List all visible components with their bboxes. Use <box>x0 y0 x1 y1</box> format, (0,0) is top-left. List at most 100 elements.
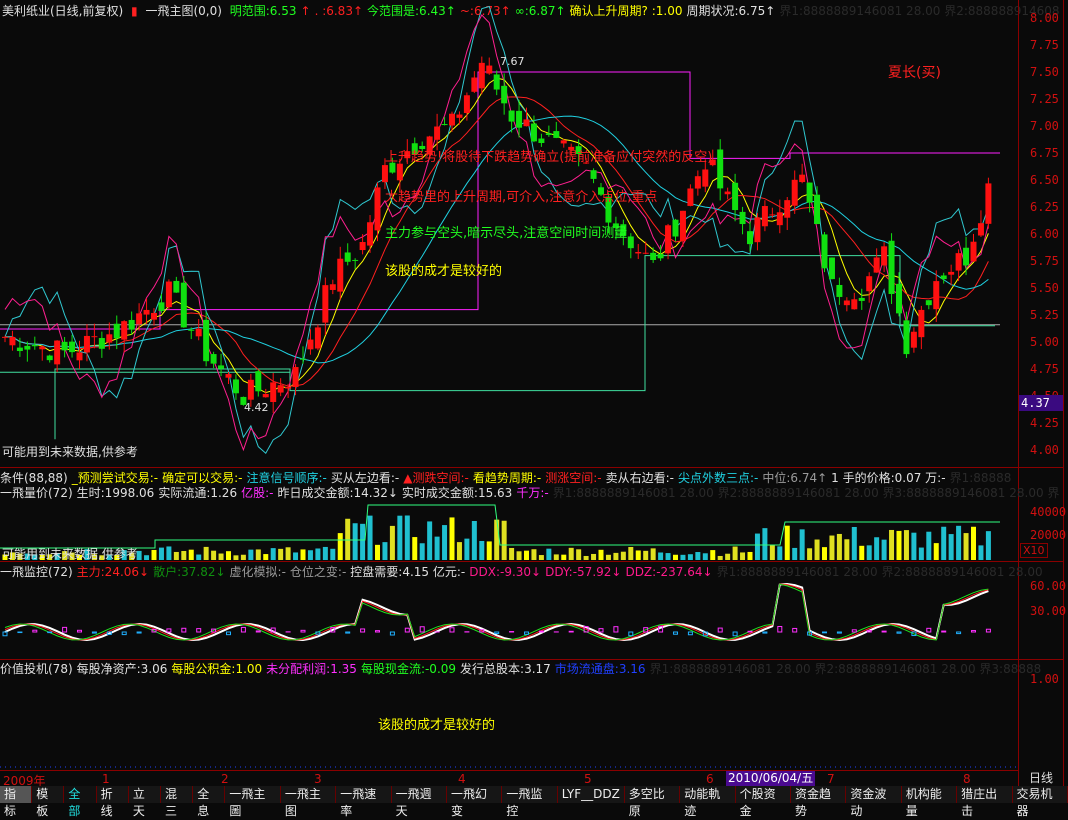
period-selector[interactable]: 日线 <box>1019 771 1063 786</box>
candle <box>203 320 209 361</box>
volume-bar <box>792 548 797 560</box>
candle <box>367 222 373 245</box>
volume-bar <box>323 547 328 560</box>
legend-item: 实际流通:1.26 <box>158 486 237 500</box>
price-axis-label: 6.50 <box>1030 173 1059 187</box>
candle <box>9 337 15 345</box>
candle <box>486 66 492 74</box>
monitor-bar <box>823 632 827 633</box>
candle <box>248 380 254 400</box>
candle <box>501 86 507 103</box>
tab-item[interactable]: 一飛週天 <box>392 786 447 803</box>
candle <box>397 164 403 181</box>
tab-item[interactable]: 全部 <box>64 786 96 803</box>
tab-item[interactable]: 一飛主圖 <box>225 786 280 803</box>
monitor-bar <box>688 632 692 635</box>
candle <box>680 211 686 241</box>
volume-legend: 一飛量价(72)生时:1998.06实际流通:1.26亿股:-昨日成交金额:14… <box>0 486 1063 500</box>
legend-item: 每股净资产:3.06 <box>77 662 168 676</box>
monitor-bar <box>614 627 618 632</box>
monitor-bar <box>361 629 365 632</box>
tab-item[interactable]: 一飛幻变 <box>447 786 502 803</box>
monitor-bar <box>539 631 543 632</box>
volume-bar <box>181 551 186 560</box>
monitor-bar <box>763 632 767 633</box>
volume-bar <box>882 540 887 560</box>
monitor-bar <box>405 628 409 632</box>
monitor-bar <box>897 632 901 633</box>
tab-item[interactable]: 猎庄出击 <box>957 786 1012 803</box>
tab-item[interactable]: 一飛主图 <box>281 786 336 803</box>
candle <box>278 385 284 392</box>
volume-bar <box>420 543 425 560</box>
tab-item[interactable]: 资金波动 <box>846 786 901 803</box>
tab-item[interactable]: 全息 <box>193 786 225 803</box>
tab-item[interactable]: 交易机器 <box>1013 786 1068 803</box>
volume-bar <box>405 515 410 560</box>
tab-item[interactable]: 动能軌迹 <box>680 786 735 803</box>
tab-item[interactable]: 资金趋势 <box>791 786 846 803</box>
candle <box>211 354 217 364</box>
candle <box>285 387 291 389</box>
candle <box>77 352 83 360</box>
tab-item[interactable]: 立天 <box>129 786 161 803</box>
volume-bar <box>531 549 536 560</box>
candle <box>754 217 760 242</box>
tab-item[interactable]: 指标 <box>0 786 32 803</box>
legend-item: 确定可以交易:- <box>162 471 242 485</box>
volume-bar <box>189 550 194 560</box>
volume-bar <box>733 547 738 560</box>
tab-item[interactable]: LYF__DDZ <box>558 786 625 803</box>
volume-bar <box>561 555 566 560</box>
volume-bar <box>569 548 574 560</box>
candle <box>859 298 865 301</box>
monitor-bar <box>137 632 141 633</box>
candle <box>591 170 597 179</box>
candle <box>926 300 932 305</box>
value-comment: 该股的成才是较好的 <box>378 714 495 733</box>
candle <box>807 183 813 203</box>
volume-bar <box>144 555 149 560</box>
volume-bar <box>680 555 685 560</box>
candle <box>665 225 671 253</box>
tab-item[interactable]: 多空比原 <box>625 786 680 803</box>
candle <box>91 336 97 337</box>
candle <box>836 285 842 297</box>
tab-item[interactable]: 一飛速率 <box>336 786 391 803</box>
legend-item: 注意信号顺序:- <box>246 471 326 485</box>
volume-bar <box>718 556 723 560</box>
tab-item[interactable]: 模板 <box>32 786 64 803</box>
legend-item: 昨日成交金额:14.32↓ <box>277 486 397 500</box>
candle <box>158 302 164 311</box>
candle <box>538 139 544 143</box>
tab-item[interactable]: 混三 <box>161 786 193 803</box>
chart-canvas[interactable] <box>0 0 1068 803</box>
tab-item[interactable]: 个股资金 <box>736 786 791 803</box>
monitor-bar <box>18 632 22 633</box>
tab-item[interactable]: 一飛监控 <box>502 786 557 803</box>
monitor-axis-label: 60.00 <box>1030 579 1066 593</box>
volume-bar <box>375 545 380 560</box>
legend-item: 主力:24.06↓ <box>77 565 149 579</box>
volume-bar <box>502 521 507 560</box>
tab-item[interactable]: 折线 <box>97 786 129 803</box>
tab-item[interactable]: 机构能量 <box>902 786 957 803</box>
monitor-bar <box>376 631 380 632</box>
volume-bar <box>673 555 678 560</box>
monitor-bar <box>778 626 782 632</box>
monitor-bar <box>241 627 245 632</box>
price-axis-label: 6.00 <box>1030 227 1059 241</box>
panel-divider <box>0 561 1063 562</box>
volume-bar <box>517 551 522 560</box>
month-label: 7 <box>827 772 835 786</box>
candle <box>948 272 954 275</box>
volume-bar <box>293 552 298 560</box>
candle <box>874 257 880 272</box>
legend-item: 实时成交金额:15.63 <box>402 486 512 500</box>
legend-item: 市场流通盘:3.16 <box>555 662 646 676</box>
candle <box>449 114 455 126</box>
candle <box>524 119 530 126</box>
monitor-bar <box>525 632 529 634</box>
volume-bar <box>844 539 849 560</box>
volume-bar <box>762 528 767 560</box>
